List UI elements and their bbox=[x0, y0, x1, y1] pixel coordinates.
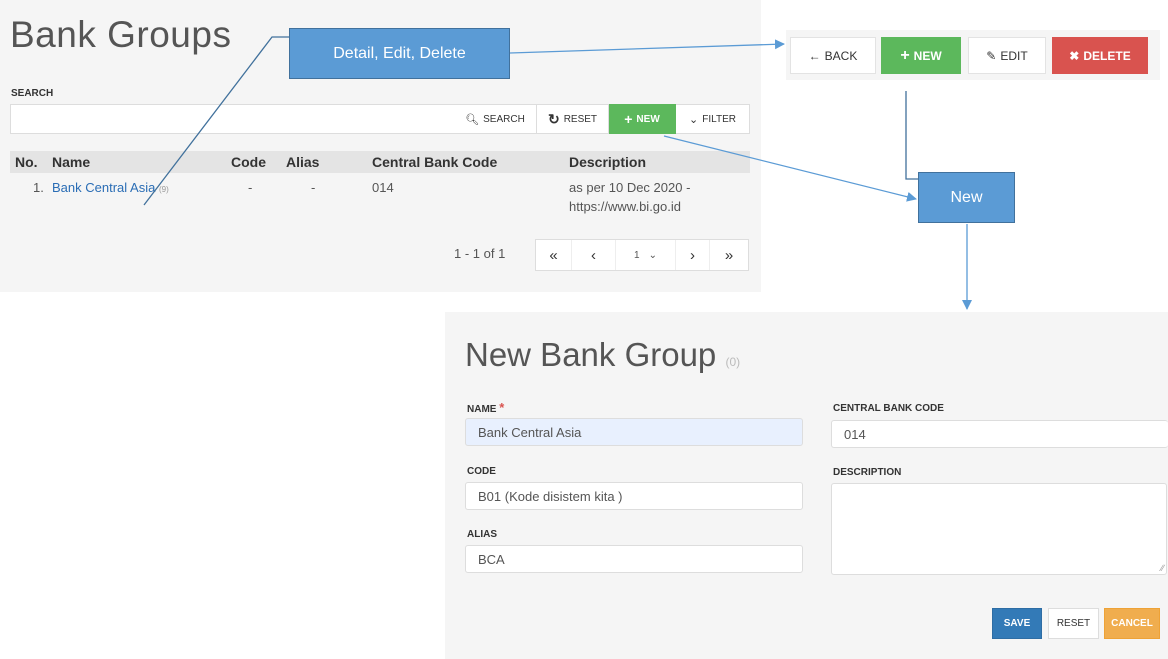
first-page-icon: « bbox=[549, 246, 558, 264]
new-button-label: NEW bbox=[636, 113, 660, 125]
bank-name-link[interactable]: Bank Central Asia (9) bbox=[52, 180, 169, 195]
search-label: SEARCH bbox=[11, 88, 54, 99]
new-button[interactable]: + NEW bbox=[609, 104, 676, 134]
column-central-bank-code[interactable]: Central Bank Code bbox=[372, 154, 497, 170]
list-toolbar: 🔍︎ SEARCH ↻ RESET + NEW ⌄ FILTER bbox=[454, 104, 750, 134]
column-code[interactable]: Code bbox=[231, 154, 266, 170]
edit-button-label: EDIT bbox=[1000, 48, 1028, 63]
code-label: CODE bbox=[467, 466, 496, 477]
delete-button[interactable]: ✖ DELETE bbox=[1052, 37, 1148, 74]
central-bank-code-field[interactable]: 014 bbox=[831, 420, 1168, 448]
row-central-bank-code: 014 bbox=[372, 180, 394, 195]
next-page-button[interactable]: › bbox=[676, 240, 710, 270]
previous-page-button[interactable]: ‹ bbox=[572, 240, 616, 270]
last-page-icon: » bbox=[724, 246, 734, 264]
reset-button-label: RESET bbox=[563, 113, 598, 125]
callout-detail-edit-delete: Detail, Edit, Delete bbox=[289, 28, 510, 79]
filter-button[interactable]: ⌄ FILTER bbox=[676, 104, 750, 134]
detail-action-bar: ← BACK + NEW ✎ EDIT ✖ DELETE bbox=[786, 30, 1160, 80]
row-description-line1: as per 10 Dec 2020 - bbox=[569, 180, 691, 195]
column-name[interactable]: Name bbox=[52, 154, 90, 170]
arrow-left-icon: ← bbox=[808, 48, 821, 63]
column-no: No. bbox=[15, 154, 38, 170]
description-label: DESCRIPTION bbox=[833, 467, 902, 478]
required-mark: * bbox=[499, 400, 505, 415]
detail-new-button-label: NEW bbox=[913, 48, 942, 63]
new-bank-group-form: New Bank Group (0) NAME * Bank Central A… bbox=[445, 312, 1168, 659]
chevron-down-icon: ⌄ bbox=[689, 113, 699, 126]
column-description[interactable]: Description bbox=[569, 154, 646, 170]
form-title: New Bank Group (0) bbox=[465, 336, 740, 374]
chevron-down-icon: ⌄ bbox=[648, 249, 657, 261]
search-button-label: SEARCH bbox=[483, 113, 525, 125]
column-alias[interactable]: Alias bbox=[286, 154, 319, 170]
plus-icon: + bbox=[900, 46, 910, 64]
edit-button[interactable]: ✎ EDIT bbox=[968, 37, 1046, 74]
central-bank-code-label: CENTRAL BANK CODE bbox=[833, 403, 944, 414]
callout-new: New bbox=[918, 172, 1015, 223]
alias-label: ALIAS bbox=[467, 529, 497, 540]
pagination: « ‹ 1 ⌄ › » bbox=[535, 239, 749, 271]
name-label-text: NAME bbox=[467, 404, 497, 415]
page-title: Bank Groups bbox=[10, 14, 232, 55]
row-alias: - bbox=[311, 180, 316, 195]
pager-info: 1 - 1 of 1 bbox=[454, 246, 506, 261]
alias-field[interactable]: BCA bbox=[465, 545, 803, 573]
reset-button[interactable]: ↻ RESET bbox=[537, 104, 609, 134]
page-select[interactable]: 1 ⌄ bbox=[616, 240, 676, 270]
detail-new-button[interactable]: + NEW bbox=[881, 37, 961, 74]
resize-handle-icon[interactable]: ∕∕ bbox=[1161, 563, 1164, 573]
page-select-value: 1 bbox=[634, 249, 640, 261]
new-callout-leader bbox=[905, 91, 918, 180]
description-field[interactable]: ∕∕ bbox=[831, 483, 1167, 575]
first-page-button[interactable]: « bbox=[536, 240, 572, 270]
search-input[interactable] bbox=[10, 104, 454, 134]
code-field[interactable]: B01 (Kode disistem kita ) bbox=[465, 482, 803, 510]
save-button[interactable]: SAVE bbox=[992, 608, 1042, 639]
plus-icon: + bbox=[624, 111, 633, 127]
bank-name-text[interactable]: Bank Central Asia bbox=[52, 180, 155, 195]
search-icon: 🔍︎ bbox=[465, 113, 480, 126]
form-reset-button[interactable]: RESET bbox=[1048, 608, 1099, 639]
back-button-label: BACK bbox=[824, 48, 858, 63]
search-button[interactable]: 🔍︎ SEARCH bbox=[454, 104, 537, 134]
edit-icon: ✎ bbox=[986, 48, 997, 63]
last-page-button[interactable]: » bbox=[710, 240, 748, 270]
delete-button-label: DELETE bbox=[1083, 48, 1131, 63]
row-number: 1. bbox=[33, 180, 44, 195]
name-field[interactable]: Bank Central Asia bbox=[465, 418, 803, 446]
name-label: NAME * bbox=[467, 400, 504, 415]
close-icon: ✖ bbox=[1069, 48, 1080, 63]
previous-page-icon: ‹ bbox=[591, 246, 596, 264]
row-count-badge: (9) bbox=[158, 185, 169, 194]
back-button[interactable]: ← BACK bbox=[790, 37, 876, 74]
row-code: - bbox=[248, 180, 253, 195]
form-title-text: New Bank Group bbox=[465, 336, 717, 373]
refresh-icon: ↻ bbox=[547, 110, 560, 127]
cancel-button[interactable]: CANCEL bbox=[1104, 608, 1160, 639]
row-description-line2: https://www.bi.go.id bbox=[569, 199, 681, 214]
form-title-count: (0) bbox=[725, 355, 741, 369]
filter-button-label: FILTER bbox=[702, 113, 736, 125]
table-header: No. Name Code Alias Central Bank Code De… bbox=[10, 151, 750, 173]
next-page-icon: › bbox=[690, 246, 695, 264]
